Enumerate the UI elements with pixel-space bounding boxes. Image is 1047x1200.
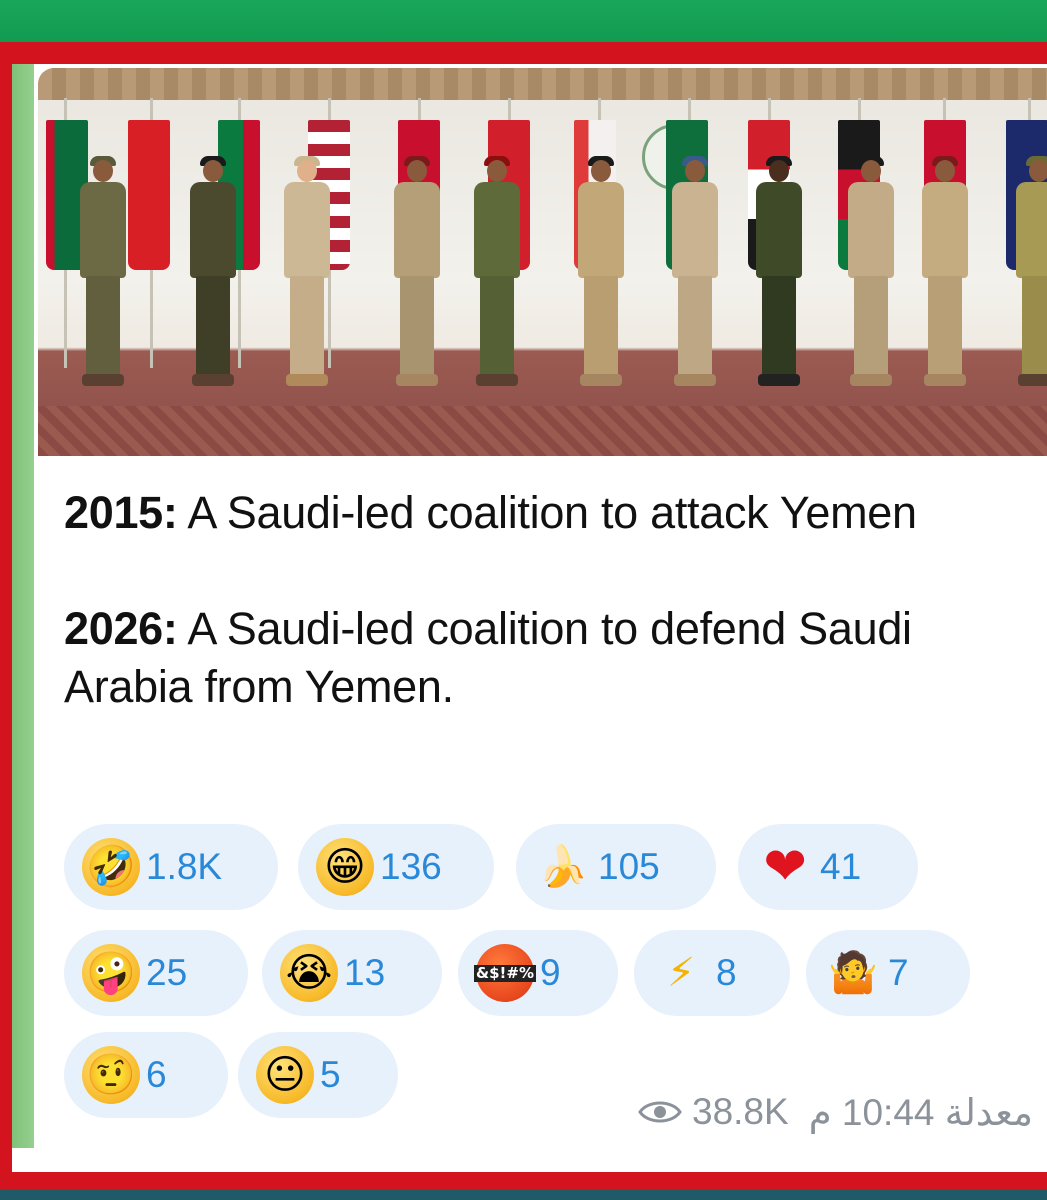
view-count: 38.8K xyxy=(692,1091,789,1132)
flag xyxy=(128,120,170,270)
high-voltage-icon: ⚡ xyxy=(666,950,696,996)
soldier xyxy=(842,156,900,388)
soldier xyxy=(916,156,974,388)
soldier xyxy=(468,156,526,388)
photo-carpet xyxy=(38,406,1047,456)
year-2026: 2026: xyxy=(64,603,178,654)
red-heart-icon: ❤ xyxy=(763,837,807,897)
line-2026-text: A Saudi-led coalition to defend Saudi Ar… xyxy=(64,603,912,712)
reaction-count: 136 xyxy=(380,846,442,887)
eye-icon xyxy=(638,1101,682,1123)
reaction-raised-eyebrow[interactable]: 🤨 6 xyxy=(64,1032,228,1118)
message-footer: 38.8K معدلة 10:44 م xyxy=(638,1090,1047,1134)
reaction-banana[interactable]: 🍌 105 xyxy=(516,824,716,910)
symbols-text: &$!#% xyxy=(474,963,536,982)
year-2015: 2015: xyxy=(64,487,178,538)
soldier xyxy=(750,156,808,388)
soldier xyxy=(572,156,630,388)
soldier xyxy=(388,156,446,388)
side-green-strip xyxy=(12,64,34,1148)
soldier xyxy=(666,156,724,388)
reaction-symbols[interactable]: &$!#% 9 xyxy=(458,930,618,1016)
reaction-count: 5 xyxy=(320,1054,341,1095)
reaction-neutral[interactable]: 😐 5 xyxy=(238,1032,398,1118)
zany-face-icon: 🤪 xyxy=(82,944,140,1002)
reaction-count: 1.8K xyxy=(146,846,223,887)
grinning-face-icon: 😁 xyxy=(316,838,374,896)
message-bubble[interactable]: 2015: A Saudi-led coalition to attack Ye… xyxy=(34,64,1047,1148)
reaction-count: 8 xyxy=(716,952,737,993)
reaction-count: 105 xyxy=(598,846,660,887)
reaction-shrug[interactable]: 🤷 7 xyxy=(806,930,970,1016)
reaction-grinning[interactable]: 😁 136 xyxy=(298,824,494,910)
neutral-face-icon: 😐 xyxy=(256,1046,314,1104)
reaction-count: 6 xyxy=(146,1054,167,1095)
raised-eyebrow-icon: 🤨 xyxy=(82,1046,140,1104)
photo-ceiling xyxy=(38,68,1047,100)
reaction-count: 25 xyxy=(146,952,188,993)
soldier xyxy=(74,156,132,388)
reaction-lightning[interactable]: ⚡ 8 xyxy=(634,930,790,1016)
reaction-rolling-laughing[interactable]: 🤣 1.8K xyxy=(64,824,278,910)
soldier xyxy=(184,156,242,388)
bottom-band xyxy=(0,1190,1047,1200)
message-photo[interactable] xyxy=(38,68,1047,456)
reaction-zany[interactable]: 🤪 25 xyxy=(64,930,248,1016)
face-with-symbols-icon: &$!#% xyxy=(474,944,536,1002)
loudly-crying-icon: 😭 xyxy=(280,944,338,1002)
reaction-heart[interactable]: ❤ 41 xyxy=(738,824,918,910)
reaction-count: 7 xyxy=(888,952,909,993)
rolling-laughing-icon: 🤣 xyxy=(82,838,140,896)
message-text: 2015: A Saudi-led coalition to attack Ye… xyxy=(64,484,1024,716)
edited-timestamp: معدلة 10:44 م xyxy=(808,1091,1033,1133)
soldier xyxy=(278,156,336,388)
person-shrugging-icon: 🤷 xyxy=(828,950,878,996)
banana-icon: 🍌 xyxy=(538,844,588,890)
top-green-band xyxy=(0,0,1047,42)
reaction-count: 9 xyxy=(540,952,561,993)
reaction-count: 41 xyxy=(820,846,862,887)
reaction-crying[interactable]: 😭 13 xyxy=(262,930,442,1016)
soldier xyxy=(1010,156,1047,388)
line-2015-text: A Saudi-led coalition to attack Yemen xyxy=(177,487,917,538)
reaction-count: 13 xyxy=(344,952,386,993)
